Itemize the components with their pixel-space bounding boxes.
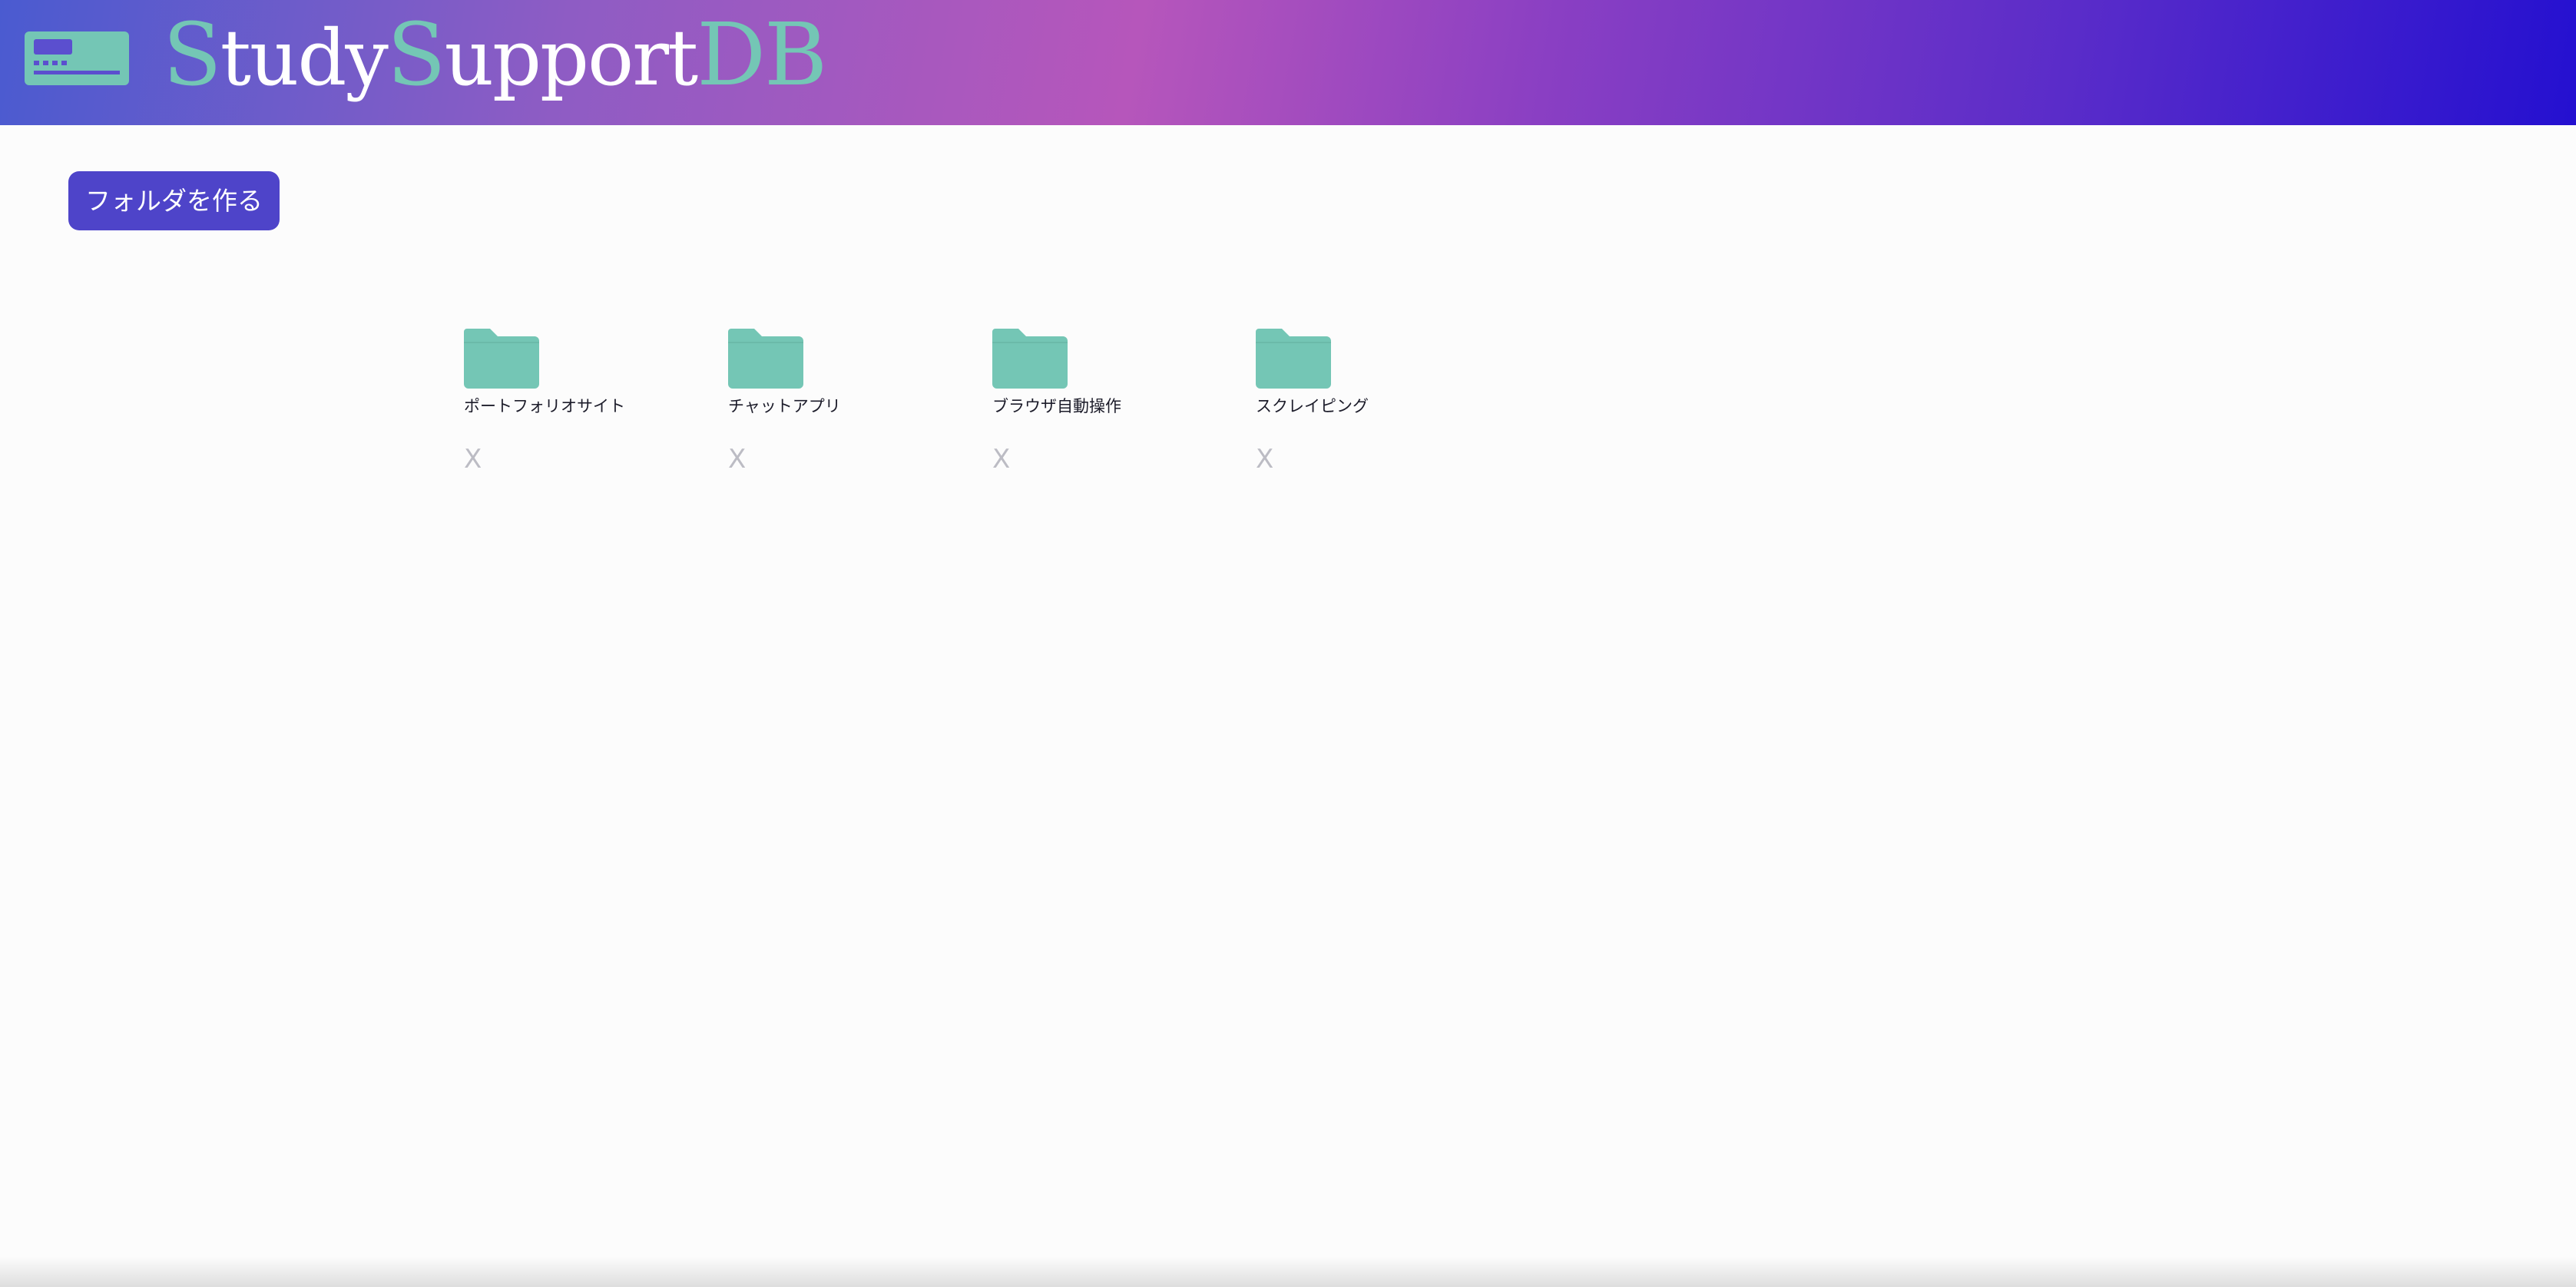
app-header: StudySupportDB bbox=[0, 0, 2576, 125]
folder-item[interactable]: ポートフォリオサイト X bbox=[464, 329, 694, 482]
brand-part: DB bbox=[697, 5, 827, 105]
folder-icon[interactable] bbox=[1256, 329, 1331, 389]
window-bottom-shadow bbox=[0, 1256, 2576, 1287]
folder-name[interactable]: ブラウザ自動操作 bbox=[992, 394, 1121, 417]
delete-folder-button[interactable]: X bbox=[728, 444, 746, 475]
create-folder-button[interactable]: フォルダを作る bbox=[68, 171, 280, 230]
id-card-icon[interactable] bbox=[25, 31, 129, 85]
folder-item[interactable]: スクレイピング X bbox=[1256, 329, 1486, 482]
brand-part: S bbox=[163, 5, 222, 105]
folder-name[interactable]: ポートフォリオサイト bbox=[464, 394, 625, 417]
folder-name[interactable]: スクレイピング bbox=[1256, 394, 1369, 417]
brand-part: upport bbox=[444, 13, 699, 103]
folder-grid: ポートフォリオサイト X チャットアプリ X ブラウザ自動操作 X スクレイピン… bbox=[464, 329, 1539, 482]
brand-part: tudy bbox=[220, 13, 389, 103]
brand-part: S bbox=[386, 5, 446, 105]
delete-folder-button[interactable]: X bbox=[1256, 444, 1273, 475]
folder-icon[interactable] bbox=[464, 329, 539, 389]
folder-name[interactable]: チャットアプリ bbox=[728, 394, 841, 417]
folder-icon[interactable] bbox=[992, 329, 1068, 389]
delete-folder-button[interactable]: X bbox=[464, 444, 482, 475]
folder-icon[interactable] bbox=[728, 329, 803, 389]
folder-item[interactable]: ブラウザ自動操作 X bbox=[992, 329, 1223, 482]
folder-item[interactable]: チャットアプリ X bbox=[728, 329, 959, 482]
brand-title[interactable]: StudySupportDB bbox=[163, 2, 827, 105]
delete-folder-button[interactable]: X bbox=[992, 444, 1010, 475]
